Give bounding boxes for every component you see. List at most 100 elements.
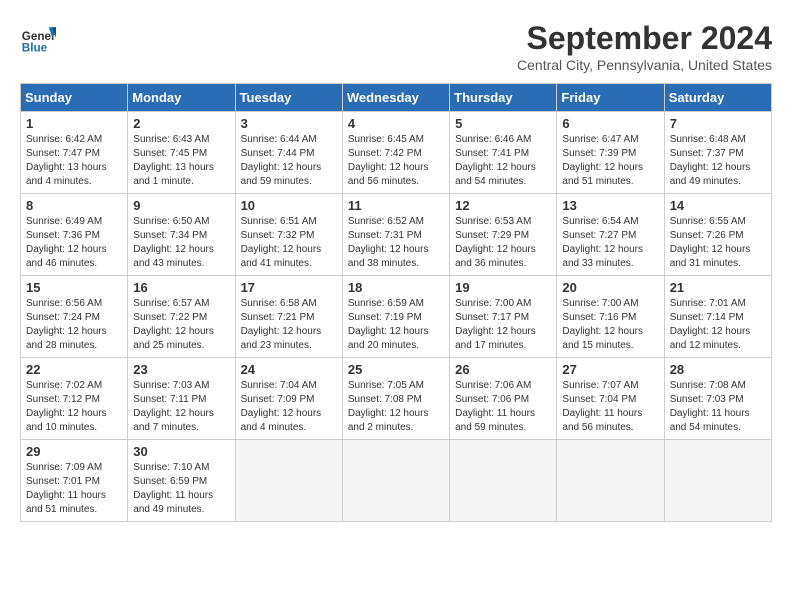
logo: General Blue	[20, 20, 56, 56]
day-info: Sunrise: 7:05 AMSunset: 7:08 PMDaylight:…	[348, 379, 444, 435]
day-number: 6	[562, 116, 658, 131]
day-info: Sunrise: 7:07 AMSunset: 7:04 PMDaylight:…	[562, 379, 658, 435]
logo-icon: General Blue	[20, 20, 56, 56]
calendar-cell: 7 Sunrise: 6:48 AMSunset: 7:37 PMDaylight…	[664, 112, 771, 194]
calendar-cell: 28Sunrise: 7:08 AMSunset: 7:03 PMDayligh…	[664, 358, 771, 440]
day-number: 23	[133, 362, 229, 377]
col-header-thursday: Thursday	[450, 84, 557, 112]
day-number: 25	[348, 362, 444, 377]
day-number: 10	[241, 198, 337, 213]
calendar-cell: 11 Sunrise: 6:52 AMSunset: 7:31 PMDayligh…	[342, 194, 449, 276]
col-header-wednesday: Wednesday	[342, 84, 449, 112]
calendar-cell: 17 Sunrise: 6:58 AMSunset: 7:21 PMDayligh…	[235, 276, 342, 358]
day-number: 19	[455, 280, 551, 295]
calendar-cell: 21 Sunrise: 7:01 AMSunset: 7:14 PMDayligh…	[664, 276, 771, 358]
day-number: 20	[562, 280, 658, 295]
day-info: Sunrise: 6:54 AMSunset: 7:27 PMDaylight:…	[562, 215, 658, 271]
calendar-cell	[664, 440, 771, 522]
day-info: Sunrise: 6:45 AMSunset: 7:42 PMDaylight:…	[348, 133, 444, 189]
col-header-monday: Monday	[128, 84, 235, 112]
day-number: 5	[455, 116, 551, 131]
day-number: 30	[133, 444, 229, 459]
calendar-cell: 4 Sunrise: 6:45 AMSunset: 7:42 PMDaylight…	[342, 112, 449, 194]
day-number: 14	[670, 198, 766, 213]
calendar-cell: 14 Sunrise: 6:55 AMSunset: 7:26 PMDayligh…	[664, 194, 771, 276]
calendar-cell: 3 Sunrise: 6:44 AMSunset: 7:44 PMDaylight…	[235, 112, 342, 194]
calendar-cell: 30 Sunrise: 7:10 AMSunset: 6:59 PMDayligh…	[128, 440, 235, 522]
day-number: 22	[26, 362, 122, 377]
day-number: 3	[241, 116, 337, 131]
day-number: 17	[241, 280, 337, 295]
calendar-cell: 20 Sunrise: 7:00 AMSunset: 7:16 PMDayligh…	[557, 276, 664, 358]
calendar-week-row: 22 Sunrise: 7:02 AMSunset: 7:12 PMDayligh…	[21, 358, 772, 440]
day-number: 7	[670, 116, 766, 131]
calendar-cell	[342, 440, 449, 522]
day-info: Sunrise: 6:56 AMSunset: 7:24 PMDaylight:…	[26, 297, 122, 353]
day-info: Sunrise: 7:10 AMSunset: 6:59 PMDaylight:…	[133, 461, 229, 517]
calendar-cell: 2 Sunrise: 6:43 AMSunset: 7:45 PMDaylight…	[128, 112, 235, 194]
calendar-cell: 27Sunrise: 7:07 AMSunset: 7:04 PMDayligh…	[557, 358, 664, 440]
page-header: General Blue September 2024 Central City…	[20, 20, 772, 73]
calendar-cell: 1Sunrise: 6:42 AMSunset: 7:47 PMDaylight…	[21, 112, 128, 194]
calendar-cell: 18 Sunrise: 6:59 AMSunset: 7:19 PMDayligh…	[342, 276, 449, 358]
calendar-cell: 29Sunrise: 7:09 AMSunset: 7:01 PMDayligh…	[21, 440, 128, 522]
calendar-cell: 24 Sunrise: 7:04 AMSunset: 7:09 PMDayligh…	[235, 358, 342, 440]
calendar-cell	[235, 440, 342, 522]
calendar-cell: 25 Sunrise: 7:05 AMSunset: 7:08 PMDayligh…	[342, 358, 449, 440]
location-title: Central City, Pennsylvania, United State…	[517, 57, 772, 73]
day-info: Sunrise: 7:08 AMSunset: 7:03 PMDaylight:…	[670, 379, 766, 435]
col-header-sunday: Sunday	[21, 84, 128, 112]
day-number: 4	[348, 116, 444, 131]
day-info: Sunrise: 6:51 AMSunset: 7:32 PMDaylight:…	[241, 215, 337, 271]
day-info: Sunrise: 6:52 AMSunset: 7:31 PMDaylight:…	[348, 215, 444, 271]
calendar-header-row: SundayMondayTuesdayWednesdayThursdayFrid…	[21, 84, 772, 112]
day-info: Sunrise: 7:00 AMSunset: 7:16 PMDaylight:…	[562, 297, 658, 353]
day-info: Sunrise: 6:55 AMSunset: 7:26 PMDaylight:…	[670, 215, 766, 271]
day-info: Sunrise: 7:06 AMSunset: 7:06 PMDaylight:…	[455, 379, 551, 435]
day-number: 11	[348, 198, 444, 213]
calendar-cell: 13 Sunrise: 6:54 AMSunset: 7:27 PMDayligh…	[557, 194, 664, 276]
day-number: 16	[133, 280, 229, 295]
calendar-cell: 23 Sunrise: 7:03 AMSunset: 7:11 PMDayligh…	[128, 358, 235, 440]
day-info: Sunrise: 6:57 AMSunset: 7:22 PMDaylight:…	[133, 297, 229, 353]
day-number: 8	[26, 198, 122, 213]
calendar-cell: 8 Sunrise: 6:49 AMSunset: 7:36 PMDaylight…	[21, 194, 128, 276]
day-number: 12	[455, 198, 551, 213]
day-info: Sunrise: 6:44 AMSunset: 7:44 PMDaylight:…	[241, 133, 337, 189]
col-header-saturday: Saturday	[664, 84, 771, 112]
calendar-cell: 6 Sunrise: 6:47 AMSunset: 7:39 PMDaylight…	[557, 112, 664, 194]
month-title: September 2024	[517, 20, 772, 57]
day-info: Sunrise: 7:01 AMSunset: 7:14 PMDaylight:…	[670, 297, 766, 353]
calendar-week-row: 15 Sunrise: 6:56 AMSunset: 7:24 PMDayligh…	[21, 276, 772, 358]
day-info: Sunrise: 6:49 AMSunset: 7:36 PMDaylight:…	[26, 215, 122, 271]
day-info: Sunrise: 6:43 AMSunset: 7:45 PMDaylight:…	[133, 133, 229, 189]
day-info: Sunrise: 6:47 AMSunset: 7:39 PMDaylight:…	[562, 133, 658, 189]
day-info: Sunrise: 6:48 AMSunset: 7:37 PMDaylight:…	[670, 133, 766, 189]
calendar-week-row: 1Sunrise: 6:42 AMSunset: 7:47 PMDaylight…	[21, 112, 772, 194]
day-number: 24	[241, 362, 337, 377]
calendar-week-row: 29Sunrise: 7:09 AMSunset: 7:01 PMDayligh…	[21, 440, 772, 522]
day-info: Sunrise: 6:59 AMSunset: 7:19 PMDaylight:…	[348, 297, 444, 353]
day-number: 21	[670, 280, 766, 295]
day-info: Sunrise: 7:03 AMSunset: 7:11 PMDaylight:…	[133, 379, 229, 435]
calendar-cell	[557, 440, 664, 522]
calendar-cell: 15 Sunrise: 6:56 AMSunset: 7:24 PMDayligh…	[21, 276, 128, 358]
day-info: Sunrise: 6:46 AMSunset: 7:41 PMDaylight:…	[455, 133, 551, 189]
day-info: Sunrise: 6:53 AMSunset: 7:29 PMDaylight:…	[455, 215, 551, 271]
calendar-cell: 12 Sunrise: 6:53 AMSunset: 7:29 PMDayligh…	[450, 194, 557, 276]
day-number: 15	[26, 280, 122, 295]
day-number: 18	[348, 280, 444, 295]
day-number: 1	[26, 116, 122, 131]
title-area: September 2024 Central City, Pennsylvani…	[517, 20, 772, 73]
day-number: 26	[455, 362, 551, 377]
day-number: 2	[133, 116, 229, 131]
calendar-cell: 16 Sunrise: 6:57 AMSunset: 7:22 PMDayligh…	[128, 276, 235, 358]
day-number: 13	[562, 198, 658, 213]
calendar-cell: 19Sunrise: 7:00 AMSunset: 7:17 PMDayligh…	[450, 276, 557, 358]
day-info: Sunrise: 7:04 AMSunset: 7:09 PMDaylight:…	[241, 379, 337, 435]
day-info: Sunrise: 7:02 AMSunset: 7:12 PMDaylight:…	[26, 379, 122, 435]
day-info: Sunrise: 6:58 AMSunset: 7:21 PMDaylight:…	[241, 297, 337, 353]
calendar-table: SundayMondayTuesdayWednesdayThursdayFrid…	[20, 83, 772, 522]
day-number: 29	[26, 444, 122, 459]
calendar-week-row: 8 Sunrise: 6:49 AMSunset: 7:36 PMDaylight…	[21, 194, 772, 276]
